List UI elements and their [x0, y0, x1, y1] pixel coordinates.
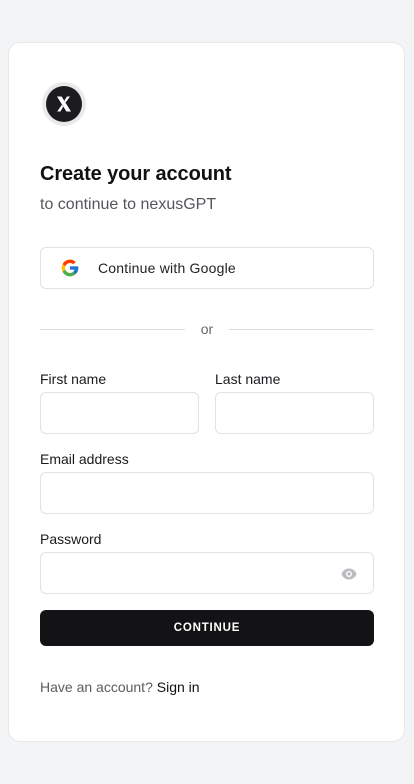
signup-card: Create your account to continue to nexus… [8, 42, 405, 742]
first-name-input[interactable] [40, 392, 199, 434]
continue-button[interactable]: CONTINUE [40, 610, 374, 646]
app-logo [42, 82, 86, 126]
x-logo-icon [46, 86, 82, 122]
password-label: Password [40, 531, 102, 547]
last-name-input[interactable] [215, 392, 374, 434]
sign-in-prompt: Have an account? Sign in [40, 679, 200, 695]
page-subtitle: to continue to nexusGPT [40, 196, 217, 213]
last-name-label: Last name [215, 371, 281, 387]
have-account-text: Have an account? [40, 679, 153, 695]
continue-with-google-button[interactable]: Continue with Google [40, 247, 374, 289]
first-name-label: First name [40, 371, 107, 387]
email-input[interactable] [40, 472, 374, 514]
divider-line-right [229, 329, 374, 330]
page-title: Create your account [40, 163, 232, 185]
google-button-label: Continue with Google [98, 260, 236, 276]
google-icon [60, 258, 80, 278]
password-input[interactable] [40, 552, 374, 594]
eye-icon[interactable] [340, 565, 358, 583]
sign-in-link[interactable]: Sign in [157, 679, 200, 695]
email-label: Email address [40, 451, 129, 467]
or-divider: or [40, 321, 374, 337]
